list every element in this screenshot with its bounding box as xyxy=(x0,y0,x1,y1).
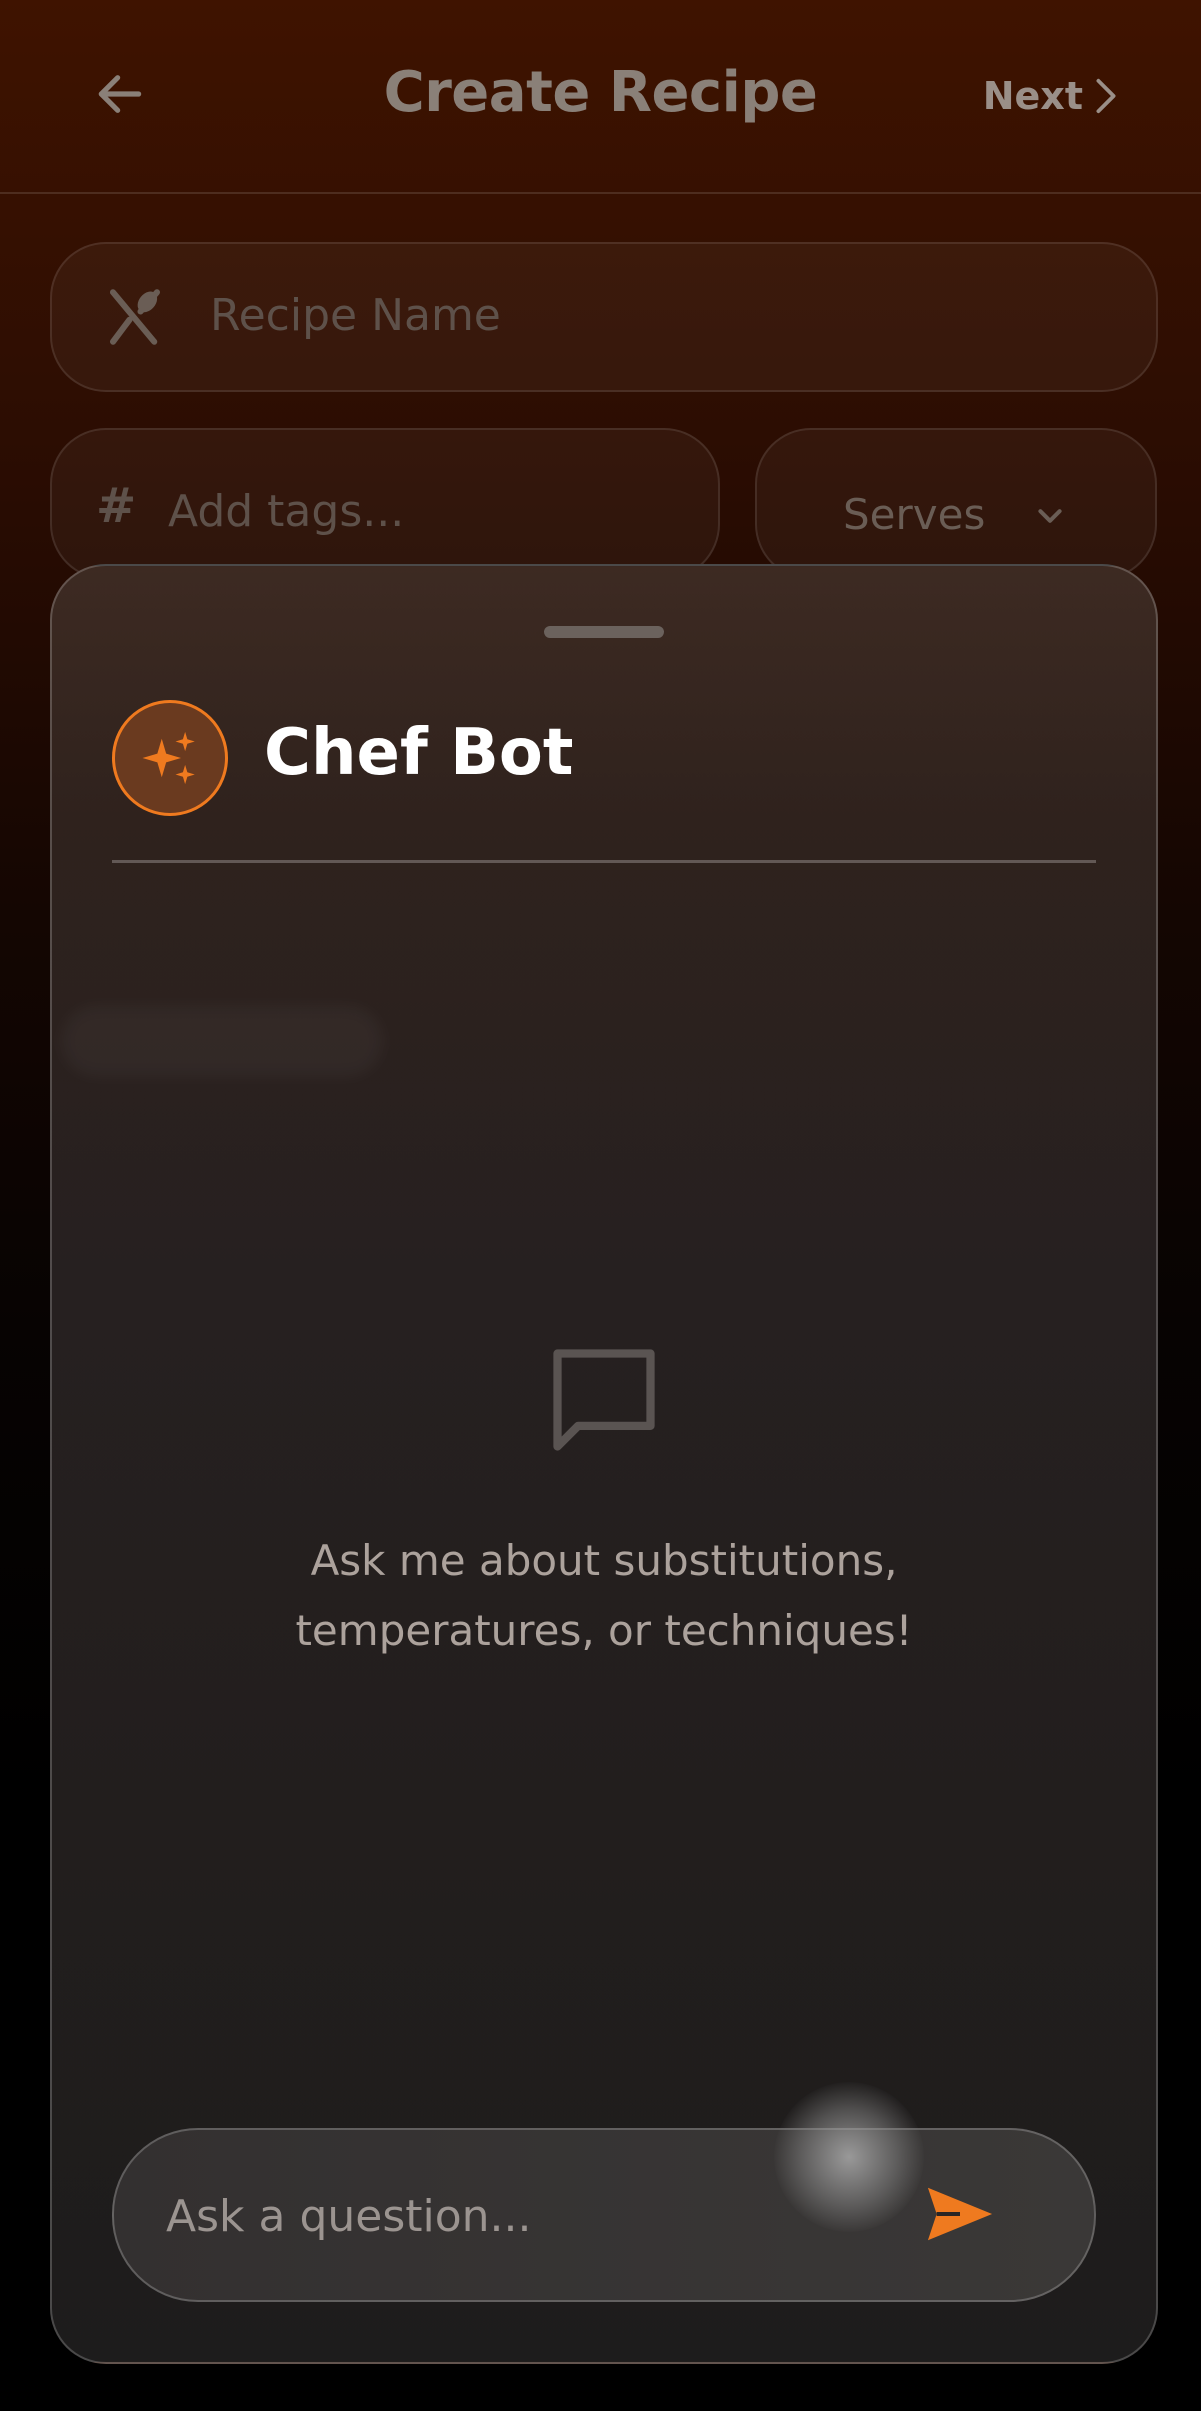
recipe-name-placeholder: Recipe Name xyxy=(210,290,501,341)
drag-handle[interactable] xyxy=(544,626,664,638)
send-icon xyxy=(927,2187,993,2241)
header: Create Recipe Next xyxy=(0,0,1201,194)
recipe-name-field[interactable]: Recipe Name xyxy=(50,242,1158,392)
chef-bot-sheet: Chef Bot Ask me about substitutions, tem… xyxy=(50,564,1158,2364)
next-button[interactable]: Next xyxy=(983,66,1119,126)
chevron-right-icon xyxy=(1096,78,1116,114)
chevron-down-icon xyxy=(1038,509,1062,523)
empty-state-message: Ask me about substitutions, temperatures… xyxy=(295,1536,913,1655)
tags-field[interactable]: # Add tags... xyxy=(50,428,720,580)
send-button[interactable] xyxy=(920,2174,1000,2254)
bot-name: Chef Bot xyxy=(264,716,574,790)
bot-avatar xyxy=(112,700,228,816)
next-label: Next xyxy=(982,74,1083,118)
serves-select[interactable]: Serves xyxy=(755,428,1157,580)
blurred-background-content xyxy=(62,1006,382,1076)
tags-placeholder: Add tags... xyxy=(168,486,405,537)
question-input[interactable] xyxy=(164,2170,868,2262)
hashtag-icon: # xyxy=(96,478,137,534)
utensils-icon xyxy=(109,289,161,345)
divider xyxy=(112,860,1096,863)
sparkles-icon xyxy=(142,731,195,785)
serves-label: Serves xyxy=(843,490,986,539)
chat-bubble-icon xyxy=(553,1349,655,1451)
